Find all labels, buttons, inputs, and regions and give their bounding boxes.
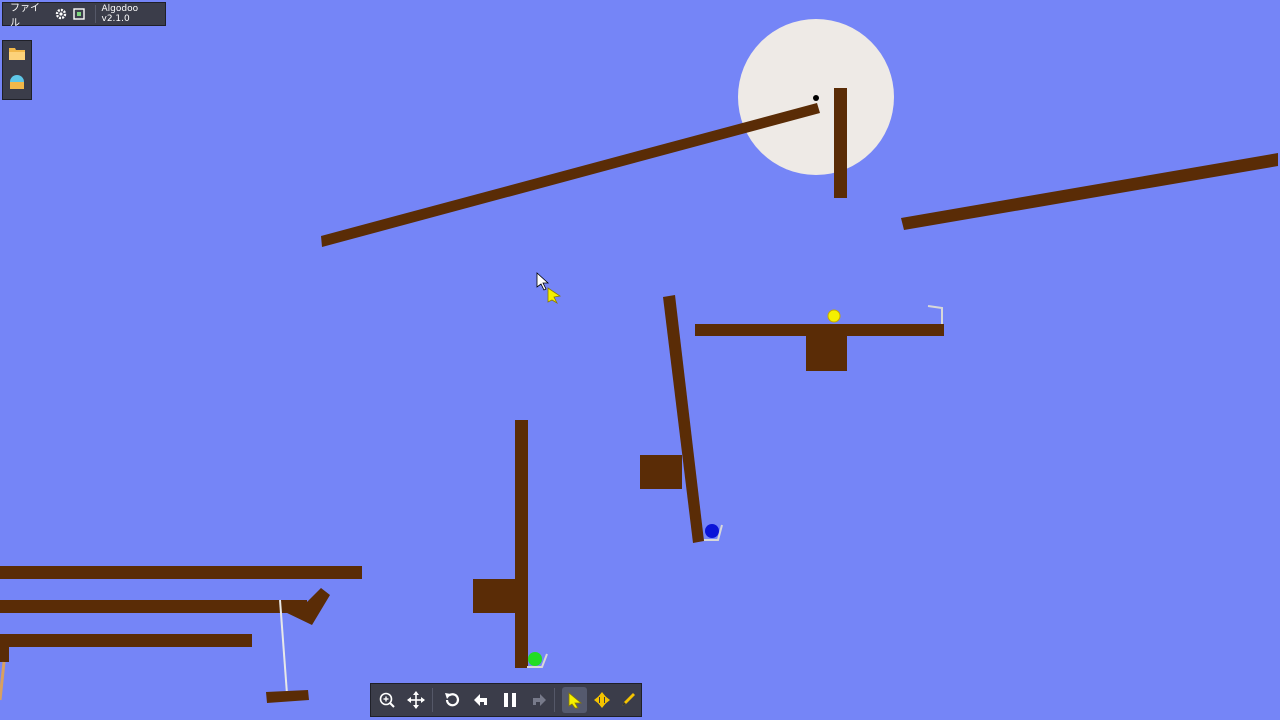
drag-hand-marker bbox=[547, 287, 562, 305]
undo-icon[interactable] bbox=[469, 687, 494, 713]
left-bar-angle[interactable] bbox=[280, 588, 330, 625]
platform-block[interactable] bbox=[806, 336, 847, 371]
yellow-ball[interactable] bbox=[827, 309, 841, 323]
pivot-dot bbox=[813, 95, 819, 101]
lower-block[interactable] bbox=[473, 579, 515, 613]
file-menu[interactable]: ファイル bbox=[3, 0, 54, 29]
zoom-tool-icon[interactable] bbox=[375, 687, 400, 713]
green-ball[interactable] bbox=[528, 652, 542, 666]
drag-tool-icon[interactable] bbox=[562, 687, 588, 713]
sketch-tool-icon[interactable] bbox=[616, 687, 641, 713]
scene-svg bbox=[0, 19, 1278, 703]
top-menu-bar: ファイル Algodoo v2.1.0 bbox=[2, 0, 166, 29]
redo-icon[interactable] bbox=[526, 687, 551, 713]
upper-ramp[interactable] bbox=[321, 103, 820, 247]
blue-ball[interactable] bbox=[705, 524, 719, 538]
scene-browser-icon[interactable] bbox=[8, 73, 26, 95]
left-edge-rope bbox=[0, 661, 6, 701]
center-pole[interactable] bbox=[515, 420, 528, 668]
gear-icon[interactable] bbox=[54, 6, 69, 22]
simulation-canvas[interactable] bbox=[0, 0, 1280, 720]
pause-icon[interactable] bbox=[498, 687, 523, 713]
left-bar-bottom[interactable] bbox=[0, 634, 252, 647]
reset-icon[interactable] bbox=[440, 687, 465, 713]
scene-icon[interactable] bbox=[72, 6, 87, 22]
moon-post[interactable] bbox=[834, 88, 847, 198]
side-panel bbox=[2, 40, 32, 100]
toolbar-divider bbox=[431, 688, 433, 712]
open-folder-icon[interactable] bbox=[8, 45, 26, 65]
pan-tool-icon[interactable] bbox=[404, 687, 429, 713]
right-ramp[interactable] bbox=[901, 153, 1278, 230]
middle-platform[interactable] bbox=[695, 324, 944, 336]
toolbar-divider bbox=[554, 688, 556, 712]
left-bar-middle[interactable] bbox=[0, 600, 307, 613]
move-tool-icon[interactable] bbox=[589, 687, 614, 713]
left-bar-top[interactable] bbox=[0, 566, 362, 579]
bottom-toolbar bbox=[370, 683, 642, 717]
pendulum-plank[interactable] bbox=[266, 690, 309, 703]
platform-hook bbox=[927, 305, 943, 324]
left-stub[interactable] bbox=[0, 647, 9, 662]
pendulum-rope bbox=[279, 599, 288, 695]
mouse-cursor bbox=[536, 272, 550, 291]
mid-block[interactable] bbox=[640, 455, 682, 489]
topbar-divider bbox=[94, 5, 96, 23]
version-label: Algodoo v2.1.0 bbox=[101, 4, 139, 24]
